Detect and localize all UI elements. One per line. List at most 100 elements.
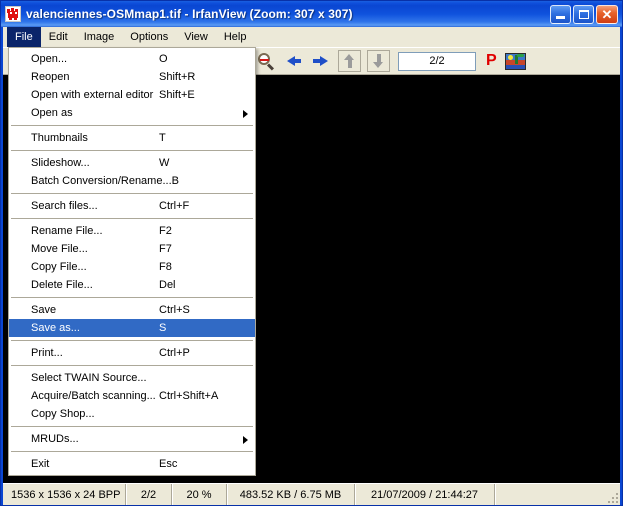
print-button[interactable]: P: [484, 53, 499, 69]
close-icon: ✕: [597, 6, 617, 23]
menu-item-label: Save: [31, 304, 159, 316]
menu-image[interactable]: Image: [76, 27, 123, 47]
menu-item-label: MRUDs...: [31, 433, 159, 445]
menu-item-reopen[interactable]: ReopenShift+R: [9, 68, 255, 86]
menu-separator: [11, 340, 253, 341]
status-datetime: 21/07/2009 / 21:44:27: [355, 484, 495, 505]
menu-item-copy-shop[interactable]: Copy Shop...: [9, 405, 255, 423]
menu-item-label: Print...: [31, 347, 159, 359]
page-down-button[interactable]: [367, 50, 390, 72]
menu-item-label: Batch Conversion/Rename...: [31, 175, 172, 187]
menu-item-label: Reopen: [31, 71, 159, 83]
menu-item-thumbnails[interactable]: ThumbnailsT: [9, 129, 255, 147]
maximize-icon: [579, 10, 589, 19]
menu-item-mruds[interactable]: MRUDs...: [9, 430, 255, 448]
page-up-button[interactable]: [338, 50, 361, 72]
menu-item-open-as[interactable]: Open as: [9, 104, 255, 122]
menu-item-open-with-external-editor[interactable]: Open with external editorShift+E: [9, 86, 255, 104]
maximize-button[interactable]: [573, 5, 594, 24]
menu-item-label: Rename File...: [31, 225, 159, 237]
menu-separator: [11, 365, 253, 366]
menu-separator: [11, 426, 253, 427]
resize-grip-icon[interactable]: [606, 491, 618, 503]
menu-item-label: Acquire/Batch scanning...: [31, 390, 159, 402]
menu-separator: [11, 193, 253, 194]
window-controls: ✕: [550, 5, 620, 24]
menu-item-shortcut: B: [172, 175, 260, 187]
menu-item-label: Slideshow...: [31, 157, 159, 169]
menu-item-shortcut: Ctrl+F: [159, 200, 247, 212]
menu-item-shortcut: Ctrl+S: [159, 304, 247, 316]
status-zoom: 20 %: [172, 484, 227, 505]
menu-item-rename-file[interactable]: Rename File...F2: [9, 222, 255, 240]
menu-item-shortcut: F2: [159, 225, 247, 237]
menu-item-shortcut: Ctrl+P: [159, 347, 247, 359]
menu-item-label: Exit: [31, 458, 159, 470]
menu-item-copy-file[interactable]: Copy File...F8: [9, 258, 255, 276]
menu-item-label: Copy Shop...: [31, 408, 159, 420]
irfanview-window: valenciennes-OSMmap1.tif - IrfanView (Zo…: [0, 0, 623, 506]
menu-item-save-as[interactable]: Save as...S: [9, 319, 255, 337]
menu-item-shortcut: Esc: [159, 458, 247, 470]
minimize-button[interactable]: [550, 5, 571, 24]
window-client-area: File Edit Image Options View Help: [1, 27, 622, 505]
menu-separator: [11, 451, 253, 452]
file-dropdown-menu: Open...OReopenShift+ROpen with external …: [8, 47, 256, 476]
menu-separator: [11, 150, 253, 151]
menu-item-shortcut: Del: [159, 279, 247, 291]
page-number-input[interactable]: 2/2: [398, 52, 476, 71]
menu-item-shortcut: F8: [159, 261, 247, 273]
menu-item-save[interactable]: SaveCtrl+S: [9, 301, 255, 319]
menu-item-shortcut: S: [159, 322, 247, 334]
menu-bar: File Edit Image Options View Help: [3, 27, 620, 47]
menu-options[interactable]: Options: [122, 27, 176, 47]
menu-item-label: Thumbnails: [31, 132, 159, 144]
next-image-button[interactable]: [307, 50, 330, 72]
menu-item-label: Select TWAIN Source...: [31, 372, 159, 384]
menu-item-label: Open with external editor: [31, 89, 159, 101]
menu-edit[interactable]: Edit: [41, 27, 76, 47]
previous-image-button[interactable]: [284, 50, 307, 72]
status-page: 2/2: [126, 484, 172, 505]
submenu-arrow-icon: [243, 436, 248, 444]
arrow-down-icon: [373, 54, 384, 68]
menu-item-exit[interactable]: ExitEsc: [9, 455, 255, 473]
menu-item-shortcut: O: [159, 53, 247, 65]
menu-item-shortcut: Shift+E: [159, 89, 247, 101]
thumbnail-image-icon[interactable]: [505, 53, 526, 70]
menu-item-select-twain-source[interactable]: Select TWAIN Source...: [9, 369, 255, 387]
submenu-arrow-icon: [243, 110, 248, 118]
irfanview-cat-icon: [5, 6, 21, 22]
menu-item-label: Open as: [31, 107, 159, 119]
title-bar[interactable]: valenciennes-OSMmap1.tif - IrfanView (Zo…: [1, 1, 622, 27]
arrow-up-icon: [344, 54, 355, 68]
menu-item-shortcut: F7: [159, 243, 247, 255]
menu-item-batch-conversion-rename[interactable]: Batch Conversion/Rename...B: [9, 172, 255, 190]
zoom-button[interactable]: [255, 50, 278, 72]
menu-file[interactable]: File: [7, 27, 41, 47]
menu-item-search-files[interactable]: Search files...Ctrl+F: [9, 197, 255, 215]
menu-item-move-file[interactable]: Move File...F7: [9, 240, 255, 258]
menu-help[interactable]: Help: [216, 27, 255, 47]
menu-view[interactable]: View: [176, 27, 216, 47]
status-dimensions: 1536 x 1536 x 24 BPP: [3, 484, 126, 505]
menu-item-shortcut: Shift+R: [159, 71, 247, 83]
menu-item-label: Search files...: [31, 200, 159, 212]
menu-item-slideshow[interactable]: Slideshow...W: [9, 154, 255, 172]
close-button[interactable]: ✕: [596, 5, 618, 24]
minimize-icon: [556, 16, 565, 19]
menu-separator: [11, 297, 253, 298]
menu-item-shortcut: T: [159, 132, 247, 144]
menu-item-label: Move File...: [31, 243, 159, 255]
menu-item-label: Save as...: [31, 322, 159, 334]
menu-separator: [11, 125, 253, 126]
menu-item-delete-file[interactable]: Delete File...Del: [9, 276, 255, 294]
menu-item-acquire-batch-scanning[interactable]: Acquire/Batch scanning...Ctrl+Shift+A: [9, 387, 255, 405]
menu-separator: [11, 218, 253, 219]
menu-item-label: Open...: [31, 53, 159, 65]
menu-item-shortcut: W: [159, 157, 247, 169]
status-filesize: 483.52 KB / 6.75 MB: [227, 484, 355, 505]
menu-item-print[interactable]: Print...Ctrl+P: [9, 344, 255, 362]
menu-item-open[interactable]: Open...O: [9, 50, 255, 68]
menu-item-label: Delete File...: [31, 279, 159, 291]
